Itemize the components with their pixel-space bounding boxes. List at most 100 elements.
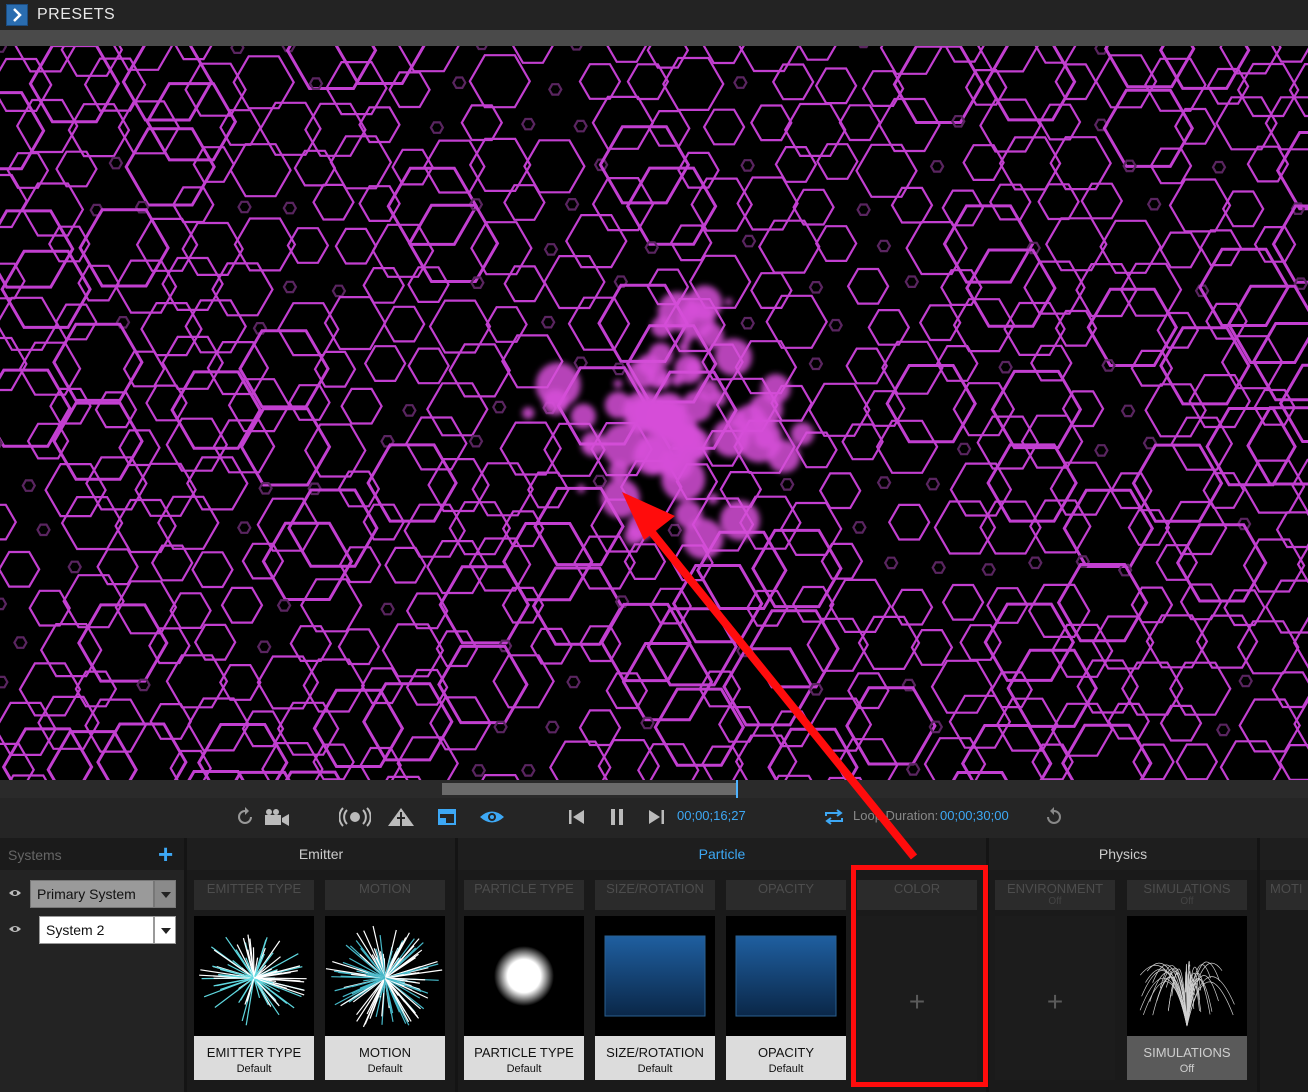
- hexagon-shape: [49, 387, 92, 425]
- chevron-down-icon[interactable]: [154, 880, 176, 908]
- hexagon-shape: [229, 143, 292, 198]
- expand-panel-button[interactable]: [6, 4, 28, 26]
- system-2-select[interactable]: System 2: [39, 916, 154, 944]
- hexagon-shape: [452, 76, 467, 90]
- skip-forward-icon[interactable]: [646, 806, 666, 828]
- particle-type-tab[interactable]: PARTICLE TYPE: [464, 880, 584, 910]
- hexagon-shape: [890, 588, 934, 626]
- hexagon-shape: [96, 548, 139, 586]
- hexagon-shape: [1271, 671, 1308, 709]
- playhead[interactable]: [736, 780, 739, 798]
- particle-type-label[interactable]: PARTICLE TYPE Default: [464, 1036, 584, 1080]
- hexagon-shape: [765, 294, 828, 349]
- opacity-tab[interactable]: OPACITY: [726, 880, 846, 910]
- hexagon-shape: [0, 597, 8, 611]
- hexagon-shape: [981, 563, 996, 576]
- hexagon-shape: [925, 477, 941, 491]
- simulations-label[interactable]: SIMULATIONS Off: [1127, 1036, 1247, 1080]
- hexagon-shape: [492, 400, 507, 414]
- hexagon-shape: [1199, 229, 1243, 267]
- hexagon-shape: [338, 546, 382, 584]
- timeline-range[interactable]: [442, 783, 738, 795]
- hexagon-shape: [1107, 702, 1150, 740]
- loop-duration-value[interactable]: 00;00;30;00: [940, 808, 1009, 823]
- chevron-down-icon[interactable]: [154, 916, 176, 944]
- loop-icon[interactable]: [822, 806, 846, 828]
- hexagon-shape: [846, 267, 890, 305]
- hexagon-shape: [44, 463, 107, 518]
- motion-tab[interactable]: MOTION: [325, 880, 445, 910]
- refresh-icon[interactable]: [1043, 806, 1063, 828]
- particle-dot: [682, 334, 693, 344]
- hexagon-shape: [976, 415, 1039, 470]
- system-row-primary[interactable]: Primary System: [0, 880, 184, 910]
- hexagon-shape: [1127, 509, 1171, 546]
- hexagon-shape: [875, 419, 939, 474]
- system-row-2[interactable]: System 2: [0, 916, 184, 946]
- hexagon-shape: [312, 688, 405, 768]
- hexagon-shape: [867, 309, 911, 346]
- emitter-type-tab[interactable]: EMITTER TYPE: [194, 880, 314, 910]
- particle-dot: [627, 513, 654, 541]
- hexagon-shape: [578, 63, 622, 100]
- hexagon-shape: [809, 697, 873, 752]
- simulations-tab[interactable]: SIMULATIONS Off: [1127, 880, 1247, 910]
- particle-type-thumbnail[interactable]: [464, 916, 584, 1036]
- hexagon-shape: [750, 104, 793, 142]
- hexagon-shape: [998, 360, 1013, 374]
- hexagon-shape: [1094, 444, 1109, 457]
- hexagon-shape: [503, 184, 546, 221]
- hexagon-shape: [227, 378, 291, 433]
- size-rotation-thumbnail[interactable]: [595, 916, 715, 1036]
- motion-thumbnail[interactable]: [325, 916, 445, 1036]
- hexagon-shape: [212, 419, 276, 474]
- hexagon-shape: [876, 239, 892, 253]
- title-bar: PRESETS: [0, 0, 1308, 30]
- hexagon-shape: [962, 144, 1005, 181]
- visibility-eye-icon[interactable]: [8, 924, 22, 934]
- hexagon-shape: [931, 561, 946, 574]
- eye-icon[interactable]: [478, 806, 506, 828]
- broadcast-icon[interactable]: [338, 806, 372, 828]
- add-environment-icon[interactable]: +: [995, 986, 1115, 1018]
- window-icon[interactable]: [436, 806, 458, 828]
- perspective-icon[interactable]: [386, 806, 416, 828]
- size-rotation-tab[interactable]: SIZE/ROTATION: [595, 880, 715, 910]
- hexagon-shape: [798, 46, 837, 61]
- environment-tab[interactable]: ENVIRONMENT Off: [995, 880, 1115, 910]
- hexagon-shape: [1037, 183, 1080, 221]
- skip-back-icon[interactable]: [567, 806, 587, 828]
- emitter-type-thumbnail[interactable]: [194, 916, 314, 1036]
- camera-icon[interactable]: [263, 806, 291, 828]
- timeline-scrubber[interactable]: [0, 780, 1308, 798]
- hexagon-shape: [405, 592, 449, 630]
- opacity-thumbnail[interactable]: [726, 916, 846, 1036]
- preview-header-bar: [0, 30, 1308, 46]
- hexagon-shape: [0, 249, 92, 329]
- hexagon-shape: [259, 101, 322, 156]
- hexagon-shape: [36, 523, 51, 537]
- hexagon-shape: [808, 382, 871, 437]
- hexagon-shape: [933, 500, 997, 555]
- primary-system-select[interactable]: Primary System: [30, 880, 154, 908]
- reset-icon[interactable]: [236, 806, 256, 828]
- hexagon-shape: [1049, 461, 1113, 516]
- emitter-type-label[interactable]: EMITTER TYPE Default: [194, 1036, 314, 1080]
- environment-empty-card[interactable]: +: [995, 916, 1115, 1080]
- opacity-label[interactable]: OPACITY Default: [726, 1036, 846, 1080]
- current-timecode[interactable]: 00;00;16;27: [677, 808, 746, 823]
- motion-2-tab[interactable]: MOTI: [1266, 880, 1308, 910]
- hexagon-shape: [1219, 740, 1283, 780]
- simulations-thumbnail[interactable]: [1127, 916, 1247, 1036]
- preview-canvas[interactable]: [0, 46, 1308, 780]
- system-editor-panel: Systems + Primary System System 2 Emitte…: [0, 838, 1308, 1092]
- visibility-eye-icon[interactable]: [8, 888, 22, 898]
- size-rotation-label[interactable]: SIZE/ROTATION Default: [595, 1036, 715, 1080]
- hexagon-shape: [468, 434, 484, 448]
- pause-icon[interactable]: [607, 806, 627, 828]
- hexagon-shape: [340, 387, 383, 425]
- add-system-icon[interactable]: +: [158, 841, 173, 867]
- hexagon-shape: [360, 667, 404, 705]
- motion-label[interactable]: MOTION Default: [325, 1036, 445, 1080]
- hexagon-shape: [0, 173, 28, 229]
